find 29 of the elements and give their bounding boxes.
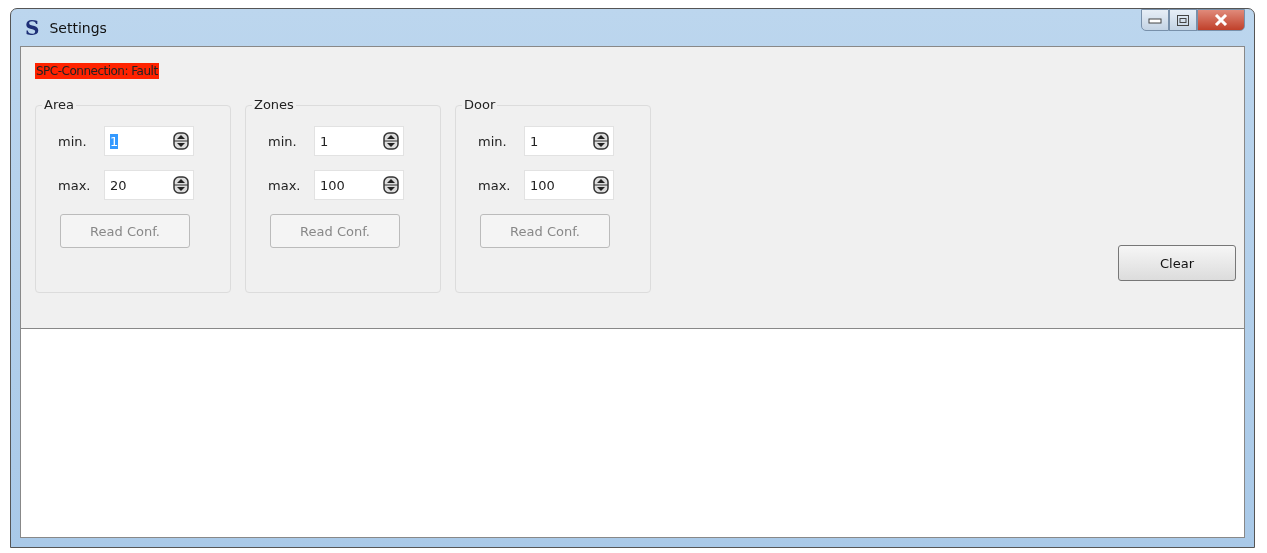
spin-box[interactable]: 100	[314, 170, 404, 200]
field-label: min.	[58, 133, 88, 149]
close-button[interactable]	[1197, 9, 1245, 31]
group-title: Door	[462, 97, 498, 112]
field-label: max.	[478, 177, 512, 193]
minimize-icon	[1148, 16, 1162, 24]
spin-box[interactable]: 100	[524, 170, 614, 200]
spin-arrows-icon[interactable]	[383, 176, 399, 194]
connection-status: SPC-Connection: Fault	[35, 63, 159, 79]
spin-arrows-icon[interactable]	[173, 132, 189, 150]
spin-box[interactable]: 1	[524, 126, 614, 156]
field-label: max.	[58, 177, 92, 193]
spin-box[interactable]: 20	[104, 170, 194, 200]
spin-arrows-icon[interactable]	[383, 132, 399, 150]
maximize-icon	[1177, 14, 1189, 26]
spin-box[interactable]: 1	[314, 126, 404, 156]
field-label: max.	[268, 177, 302, 193]
spin-arrows-icon[interactable]	[593, 132, 609, 150]
close-icon	[1214, 14, 1228, 26]
app-logo: S	[25, 15, 40, 40]
maximize-button[interactable]	[1169, 9, 1197, 31]
field-label: min.	[268, 133, 298, 149]
field-label: min.	[478, 133, 508, 149]
spin-arrows-icon[interactable]	[173, 176, 189, 194]
group-title: Area	[42, 97, 76, 112]
clear-button[interactable]: Clear	[1118, 245, 1236, 281]
window-title: Settings	[49, 19, 107, 36]
spin-arrows-icon[interactable]	[593, 176, 609, 194]
group-title: Zones	[252, 97, 296, 112]
